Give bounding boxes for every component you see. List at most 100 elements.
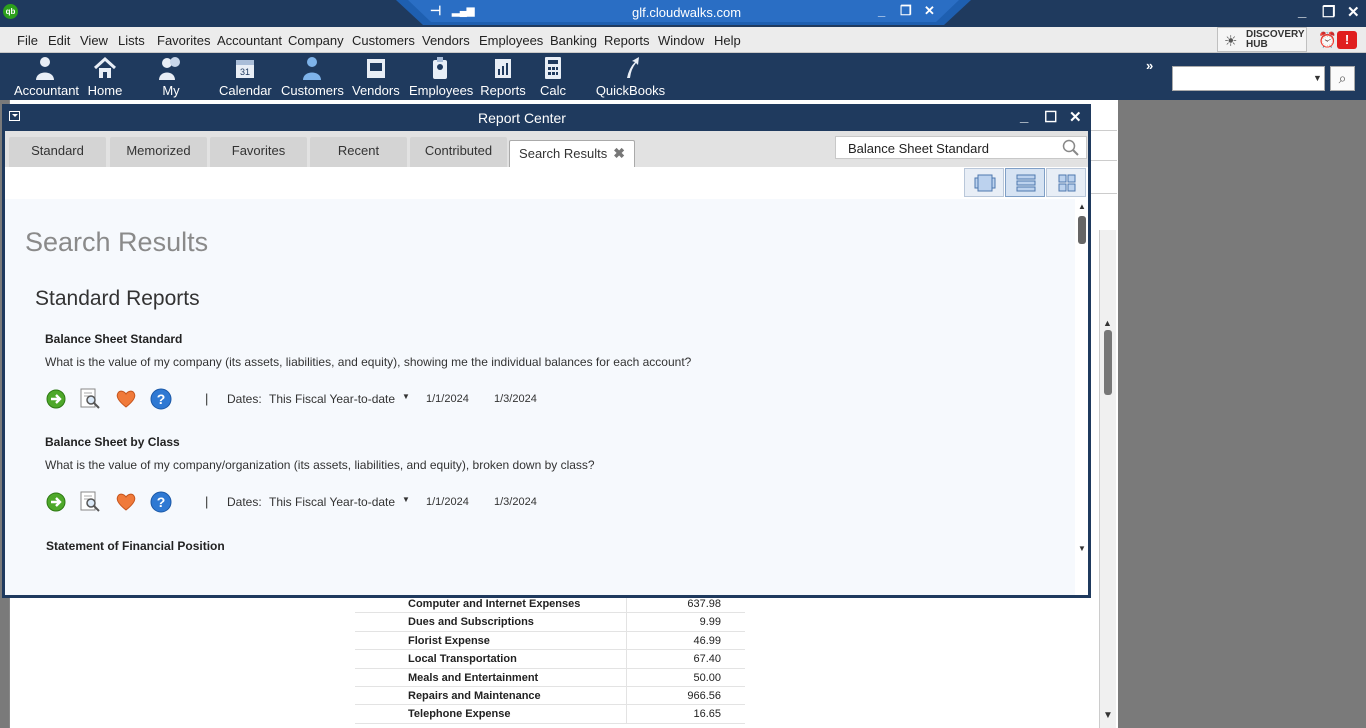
favorite-heart-icon[interactable] — [115, 388, 137, 410]
menu-file[interactable]: File — [17, 33, 38, 48]
account-name: Telephone Expense — [408, 708, 511, 721]
background-scroll-thumb[interactable] — [1104, 330, 1112, 395]
toolbar-employees[interactable]: Employees — [409, 56, 473, 98]
menu-view[interactable]: View — [80, 33, 108, 48]
tab-recent[interactable]: Recent — [310, 137, 407, 167]
tab-memorized[interactable]: Memorized — [110, 137, 207, 167]
table-row[interactable]: Repairs and Maintenance 966.56 — [355, 686, 745, 706]
date-from[interactable]: 1/1/2024 — [426, 393, 469, 405]
background-scrollbar[interactable]: ▲ ▼ — [1099, 230, 1116, 728]
date-range-select[interactable]: This Fiscal Year-to-date — [269, 495, 395, 509]
close-icon[interactable]: ✕ — [1347, 3, 1360, 21]
report-title[interactable]: Balance Sheet Standard — [45, 332, 945, 346]
tab-standard[interactable]: Standard — [9, 137, 106, 167]
table-row[interactable]: Florist Expense 46.99 — [355, 631, 745, 651]
menu-help[interactable]: Help — [714, 33, 741, 48]
menu-accountant[interactable]: Accountant — [217, 33, 282, 48]
menu-banking[interactable]: Banking — [550, 33, 597, 48]
pin-icon[interactable]: ⊣ — [430, 3, 441, 19]
menu-employees[interactable]: Employees — [479, 33, 543, 48]
remote-restore-icon[interactable]: ❐ — [900, 3, 912, 19]
minimize-icon[interactable]: _ — [1298, 3, 1306, 20]
my-company-icon — [134, 56, 208, 80]
chevron-down-icon[interactable]: ▼ — [1313, 73, 1322, 83]
grid-view-button[interactable] — [1046, 168, 1086, 197]
background-window-divider — [1088, 160, 1117, 161]
chevron-down-icon[interactable]: ▼ — [402, 392, 410, 401]
rc-close-icon[interactable]: ✕ — [1069, 108, 1082, 126]
toolbar-vendors[interactable]: Vendors — [352, 56, 400, 98]
scroll-up-icon[interactable]: ▲ — [1103, 318, 1112, 328]
divider: | — [205, 494, 209, 509]
reports-icon — [480, 56, 526, 80]
favorite-heart-icon[interactable] — [115, 491, 137, 513]
background-window-close-icon[interactable]: ✕ — [1094, 107, 1107, 127]
menu-customers[interactable]: Customers — [352, 33, 415, 48]
page-title: Search Results — [25, 227, 209, 257]
alarm-clock-icon[interactable]: ⏰ — [1318, 31, 1337, 49]
report-title[interactable]: Statement of Financial Position — [46, 539, 946, 553]
help-question-icon[interactable]: ? — [150, 388, 172, 410]
results-scrollbar[interactable]: ▲ ▼ — [1075, 199, 1088, 595]
search-icon[interactable] — [1062, 139, 1080, 160]
report-title[interactable]: Balance Sheet by Class — [45, 435, 945, 449]
date-to[interactable]: 1/3/2024 — [494, 496, 537, 508]
account-amount: 9.99 — [699, 616, 721, 629]
toolbar-search-button[interactable]: ⌕ — [1330, 66, 1355, 91]
scroll-down-icon[interactable]: ▼ — [1078, 544, 1086, 553]
account-name: Dues and Subscriptions — [408, 616, 534, 629]
tab-favorites[interactable]: Favorites — [210, 137, 307, 167]
toolbar-accountant[interactable]: Accountant — [14, 56, 79, 98]
vendors-icon — [352, 56, 399, 80]
run-report-icon[interactable] — [45, 388, 67, 410]
table-row[interactable]: Telephone Expense 16.65 — [355, 705, 745, 724]
toolbar-customers[interactable]: Customers — [281, 56, 344, 98]
rc-maximize-icon[interactable]: ☐ — [1044, 108, 1057, 126]
toolbar-home[interactable]: Home — [87, 56, 123, 98]
menu-lists[interactable]: Lists — [118, 33, 145, 48]
remote-minimize-icon[interactable]: _ — [878, 3, 885, 18]
rc-minimize-icon[interactable]: _ — [1020, 108, 1028, 125]
report-search-value: Balance Sheet Standard — [848, 141, 989, 156]
customers-icon — [281, 56, 343, 80]
menu-edit[interactable]: Edit — [48, 33, 70, 48]
run-report-icon[interactable] — [45, 491, 67, 513]
preview-report-icon[interactable] — [79, 388, 101, 410]
report-center-titlebar[interactable]: Report Center _ ☐ ✕ — [2, 104, 1091, 131]
date-range-select[interactable]: This Fiscal Year-to-date — [269, 392, 395, 406]
menu-favorites[interactable]: Favorites — [157, 33, 210, 48]
chevron-down-icon[interactable]: ▼ — [402, 495, 410, 504]
report-description: What is the value of my company (its ass… — [45, 355, 692, 369]
restore-icon[interactable]: ❐ — [1322, 3, 1335, 21]
menu-window[interactable]: Window — [658, 33, 704, 48]
carousel-view-button[interactable] — [964, 168, 1004, 197]
preview-report-icon[interactable] — [79, 491, 101, 513]
tab-contributed[interactable]: Contributed — [410, 137, 507, 167]
discovery-hub-button[interactable]: ☀ DISCOVERY HUB — [1217, 27, 1307, 52]
toolbar-reports[interactable]: Reports — [480, 56, 526, 98]
toolbar-calc[interactable]: Calc — [539, 56, 567, 98]
help-question-icon[interactable]: ? — [150, 491, 172, 513]
toolbar-calendar[interactable]: 31 Calendar — [219, 56, 272, 98]
menu-company[interactable]: Company — [288, 33, 344, 48]
alert-badge[interactable]: ! — [1337, 31, 1357, 49]
tab-search-results[interactable]: Search Results ✖ — [509, 140, 635, 168]
accountant-icon — [14, 56, 76, 80]
toolbar-more-button[interactable]: » — [1146, 58, 1153, 73]
list-view-button[interactable] — [1005, 168, 1045, 197]
report-search-input[interactable]: Balance Sheet Standard — [835, 136, 1087, 159]
scroll-up-icon[interactable]: ▲ — [1078, 202, 1086, 211]
menu-reports[interactable]: Reports — [604, 33, 650, 48]
table-row[interactable]: Meals and Entertainment 50.00 — [355, 668, 745, 687]
date-from[interactable]: 1/1/2024 — [426, 496, 469, 508]
close-tab-icon[interactable]: ✖ — [613, 145, 625, 161]
remote-close-icon[interactable]: ✕ — [924, 3, 935, 19]
report-actions: ? | Dates: This Fiscal Year-to-date ▼ 1/… — [45, 388, 945, 412]
results-scroll-thumb[interactable] — [1078, 216, 1086, 244]
table-row[interactable]: Local Transportation 67.40 — [355, 650, 745, 669]
table-row[interactable]: Dues and Subscriptions 9.99 — [355, 613, 745, 632]
menu-vendors[interactable]: Vendors — [422, 33, 470, 48]
date-to[interactable]: 1/3/2024 — [494, 393, 537, 405]
scroll-down-icon[interactable]: ▼ — [1103, 710, 1113, 721]
toolbar-search-input[interactable]: ▼ — [1172, 66, 1325, 91]
